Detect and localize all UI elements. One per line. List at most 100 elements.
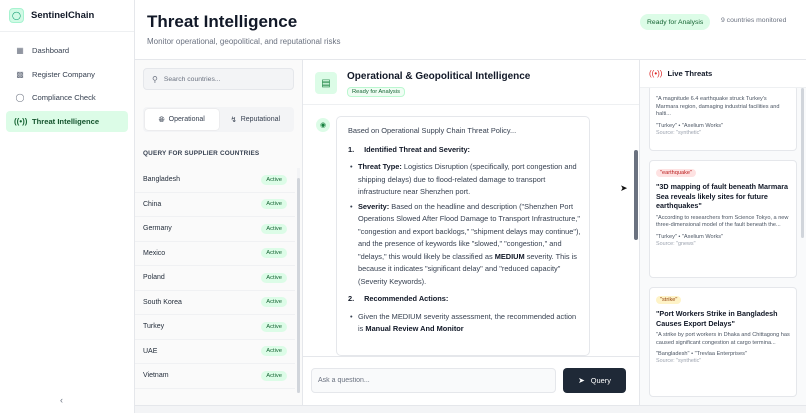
threat-tag: "earthquake" xyxy=(656,169,696,177)
radio-tower-icon: ((•)) xyxy=(14,116,28,126)
live-threats-header: ((•)) Live Threats xyxy=(640,60,806,88)
shield-check-icon: ◯ xyxy=(15,93,25,102)
status-badge: Active xyxy=(261,248,287,259)
bullet-label: Threat Type: xyxy=(358,162,402,171)
threat-card[interactable]: "A magnitude 6.4 earthquake struck Turke… xyxy=(649,85,797,151)
sidebar-item-label: Register Company xyxy=(32,69,95,79)
country-list-scrollbar[interactable] xyxy=(297,168,300,393)
brand-name: SentinelChain xyxy=(31,10,95,21)
country-name: Turkey xyxy=(143,323,165,331)
building-icon: ▩ xyxy=(16,69,24,79)
page-header: Threat Intelligence Monitor operational,… xyxy=(135,0,806,60)
threat-entities: "Turkey" • "Axelium Works" xyxy=(656,233,724,240)
sidebar-item-label: Threat Intelligence xyxy=(32,116,100,126)
country-name: UAE xyxy=(143,347,158,355)
bot-icon: ◉ xyxy=(316,118,330,132)
intelligence-panel: ▤ Operational & Geopolitical Intelligenc… xyxy=(303,60,639,405)
threat-source: Source: "synthetic" xyxy=(656,358,702,365)
list-item: Given the MEDIUM severity assessment, th… xyxy=(348,311,581,336)
tab-reputational[interactable]: ↯ Reputational xyxy=(219,109,293,130)
mouse-cursor-icon: ➤ xyxy=(620,183,628,193)
status-badge: Active xyxy=(261,297,287,308)
status-badge: Active xyxy=(261,174,287,185)
countries-panel: ⚲ 🌐︎ Operational ↯ Reputational QUERY FO… xyxy=(135,60,303,405)
page-title: Threat Intelligence xyxy=(147,12,298,31)
section-heading: 1. Identified Threat and Severity: xyxy=(348,144,581,157)
assistant-message: Based on Operational Supply Chain Threat… xyxy=(336,116,590,356)
sidebar-item-label: Dashboard xyxy=(32,46,70,55)
country-name: China xyxy=(143,200,162,208)
threat-headline: "Port Workers Strike in Bangladesh Cause… xyxy=(656,309,778,328)
status-badge: Ready for Analysis xyxy=(640,14,711,30)
radio-icon: ((•)) xyxy=(649,69,663,78)
country-row-turkey[interactable]: Turkey Active xyxy=(135,315,295,340)
threat-card[interactable]: "strike" "Port Workers Strike in Banglad… xyxy=(649,287,797,397)
threat-card[interactable]: "earthquake" "3D mapping of fault beneat… xyxy=(649,160,797,278)
brand: ◯ SentinelChain xyxy=(0,0,134,32)
search-icon: ⚲ xyxy=(152,74,158,84)
country-list-header: QUERY FOR SUPPLIER COUNTRIES xyxy=(143,150,260,157)
recommended-action: Manual Review And Monitor xyxy=(365,324,464,333)
query-button[interactable]: ➤ Query xyxy=(563,368,626,393)
country-row-uae[interactable]: UAE Active xyxy=(135,340,295,364)
live-threats-scrollbar[interactable] xyxy=(801,88,804,238)
threat-excerpt: "A strike by port workers in Dhaka and C… xyxy=(656,332,790,346)
country-list: Bangladesh Active China Active Germany A… xyxy=(135,168,295,389)
country-row-bangladesh[interactable]: Bangladesh Active xyxy=(135,168,295,193)
tab-operational[interactable]: 🌐︎ Operational xyxy=(145,109,219,130)
status-badge: Active xyxy=(261,272,287,283)
threat-source: Source: "gnews" xyxy=(656,240,696,247)
status-badge: Active xyxy=(261,199,287,210)
sidebar-item-label: Compliance Check xyxy=(32,93,96,102)
threat-entities: "Bangladesh" • "Trevlaa Enterprises" xyxy=(656,351,747,358)
message-scrollbar[interactable] xyxy=(634,110,638,360)
list-item: Severity: Based on the headline and desc… xyxy=(348,201,581,289)
country-name: Germany xyxy=(143,225,172,233)
query-bar: ➤ Query xyxy=(303,356,639,405)
section-title: Recommended Actions: xyxy=(364,294,449,303)
chevron-left-icon[interactable]: ‹ xyxy=(60,395,63,405)
country-row-vietnam[interactable]: Vietnam Active xyxy=(135,364,295,389)
countries-monitored-count: 9 countries monitored xyxy=(721,17,787,24)
globe-icon: 🌐︎ xyxy=(158,114,165,124)
scrollbar-thumb[interactable] xyxy=(634,150,638,240)
sidebar-nav: ▦ Dashboard ▩ Register Company ◯ Complia… xyxy=(0,32,134,132)
panel-title: Operational & Geopolitical Intelligence xyxy=(347,71,531,82)
country-name: Mexico xyxy=(143,249,166,257)
sidebar-item-threat-intelligence[interactable]: ((•)) Threat Intelligence xyxy=(6,110,128,132)
section-title: Identified Threat and Severity: xyxy=(364,144,471,154)
country-row-poland[interactable]: Poland Active xyxy=(135,266,295,291)
severity-level: MEDIUM xyxy=(494,251,525,261)
country-row-south-korea[interactable]: South Korea Active xyxy=(135,291,295,315)
scrollbar-thumb[interactable] xyxy=(297,178,300,393)
divider xyxy=(303,104,639,105)
threat-headline: "3D mapping of fault beneath Marmara Sea… xyxy=(656,182,789,210)
search-input[interactable] xyxy=(163,75,284,83)
section-number: 1. xyxy=(348,144,355,154)
document-icon: ▤ xyxy=(315,72,337,94)
section-heading: 2. Recommended Actions: xyxy=(348,293,581,306)
question-input[interactable] xyxy=(311,368,556,393)
status-badge: Active xyxy=(261,223,287,234)
search-box[interactable]: ⚲ xyxy=(143,68,294,90)
activity-icon: ↯ xyxy=(230,115,237,124)
country-name: Bangladesh xyxy=(143,176,180,184)
sidebar-item-register-company[interactable]: ▩ Register Company xyxy=(6,64,128,85)
shield-icon: ◯ xyxy=(9,8,24,23)
country-row-mexico[interactable]: Mexico Active xyxy=(135,242,295,266)
tab-label: Operational xyxy=(168,116,205,123)
country-name: South Korea xyxy=(143,298,182,306)
status-badge: Active xyxy=(261,321,287,332)
threat-source: Source: "synthetic" xyxy=(656,129,702,136)
bullet-label: Severity: xyxy=(358,201,390,211)
list-item: Threat Type: Logistics Disruption (speci… xyxy=(348,161,581,199)
sidebar-item-dashboard[interactable]: ▦ Dashboard xyxy=(6,40,128,61)
live-threats-panel: ((•)) Live Threats "A magnitude 6.4 eart… xyxy=(639,60,806,405)
threat-tag: "strike" xyxy=(656,296,682,304)
tab-label: Reputational xyxy=(240,116,281,123)
country-row-germany[interactable]: Germany Active xyxy=(135,217,295,242)
message-intro: Based on Operational Supply Chain Threat… xyxy=(348,126,517,135)
sidebar-item-compliance-check[interactable]: ◯ Compliance Check xyxy=(6,87,128,108)
sidebar: ◯ SentinelChain ▦ Dashboard ▩ Register C… xyxy=(0,0,135,413)
country-row-china[interactable]: China Active xyxy=(135,193,295,217)
